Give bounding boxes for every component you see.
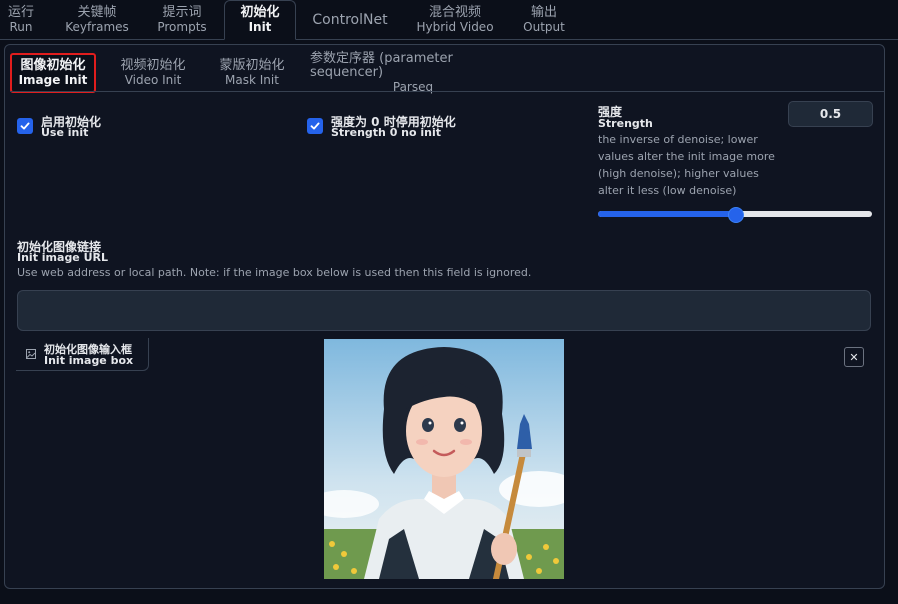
init-image-preview[interactable] (324, 339, 564, 579)
strength-label-en: Strength (598, 117, 653, 130)
strength-number-input[interactable]: 0.5 (788, 101, 873, 127)
tab-prompts[interactable]: 提示词 Prompts (152, 0, 212, 39)
init-image-box-label: 初始化图像输入框 Init image box (16, 338, 149, 371)
strength-zero-checkbox[interactable] (307, 118, 323, 134)
subtab-mask-init-zh: 蒙版初始化 (219, 58, 285, 73)
tab-run-en: Run (9, 19, 33, 34)
strength-slider-fill (598, 211, 735, 217)
tab-controlnet[interactable]: ControlNet (306, 0, 394, 39)
subtab-image-init-en: Image Init (18, 73, 88, 87)
tab-keyframes-en: Keyframes (65, 19, 129, 34)
init-url-label-en: Init image URL (17, 251, 109, 264)
checkmark-icon (310, 122, 320, 130)
tab-run-zh: 运行 (7, 4, 34, 20)
strength-slider-thumb[interactable] (728, 207, 744, 223)
tab-hybrid-video-zh: 混合视频 (428, 4, 481, 20)
close-icon[interactable]: ✕ (844, 347, 864, 367)
tab-init-zh: 初始化 (240, 5, 280, 20)
top-tab-bar: 运行 Run 关键帧 Keyframes 提示词 Prompts 初始化 Ini… (0, 0, 898, 40)
use-init-label-en: Use init (41, 126, 89, 139)
tab-run[interactable]: 运行 Run (2, 0, 40, 39)
tab-output-zh: 输出 (530, 4, 557, 20)
subtab-mask-init-en: Mask Init (225, 73, 279, 87)
subtab-image-init-zh: 图像初始化 (20, 58, 86, 73)
tab-keyframes-zh: 关键帧 (77, 4, 117, 20)
subtab-parseq-zh: 参数定序器 (parameter sequencer) (310, 51, 453, 80)
strength-zero-label-en: Strength 0 no init (331, 126, 442, 139)
checkmark-icon (20, 122, 30, 130)
tab-init-en: Init (248, 20, 272, 34)
image-icon (26, 349, 36, 359)
tab-hybrid-video[interactable]: 混合视频 Hybrid Video (414, 0, 496, 39)
subtab-image-init[interactable]: 图像初始化 Image Init (10, 53, 96, 93)
sub-tab-bar: 图像初始化 Image Init 视频初始化 Video Init 蒙版初始化 … (10, 51, 885, 95)
tab-output[interactable]: 输出 Output (516, 0, 572, 39)
strength-description: the inverse of denoise; lower values alt… (598, 133, 775, 197)
use-init-checkbox[interactable] (17, 118, 33, 134)
subtab-video-init-en: Video Init (124, 73, 182, 87)
tab-init[interactable]: 初始化 Init (224, 0, 296, 40)
subtab-video-init[interactable]: 视频初始化 Video Init (114, 53, 192, 93)
init-url-description: Use web address or local path. Note: if … (17, 266, 532, 279)
strength-slider[interactable] (598, 207, 872, 223)
tab-prompts-en: Prompts (157, 19, 207, 34)
tab-hybrid-video-en: Hybrid Video (416, 19, 494, 34)
tab-output-en: Output (523, 19, 565, 34)
tab-prompts-zh: 提示词 (162, 4, 202, 20)
init-url-input[interactable] (17, 290, 871, 331)
tab-keyframes[interactable]: 关键帧 Keyframes (62, 0, 132, 39)
init-image-box-label-en: Init image box (44, 354, 134, 367)
subtab-video-init-zh: 视频初始化 (120, 58, 186, 73)
tab-controlnet-label: ControlNet (312, 11, 388, 28)
subtab-mask-init[interactable]: 蒙版初始化 Mask Init (213, 53, 291, 93)
subtab-parseq[interactable]: 参数定序器 (parameter sequencer) Parseq (310, 51, 516, 95)
